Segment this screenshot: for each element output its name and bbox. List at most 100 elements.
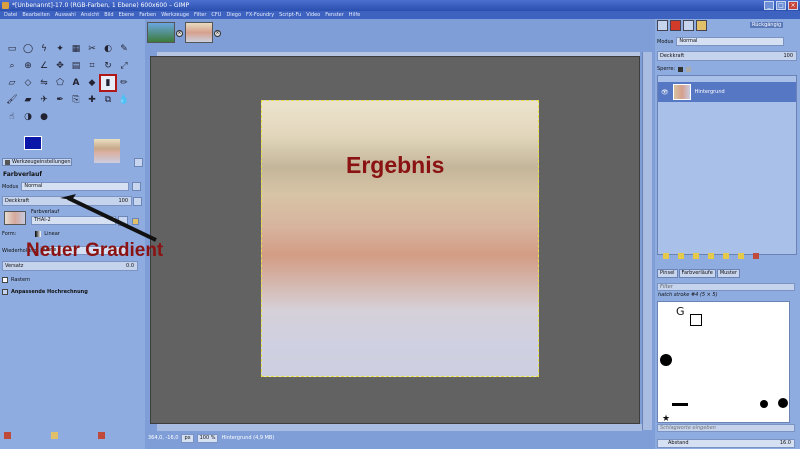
raise-layer-icon[interactable] [678,253,684,259]
scissors-tool-icon[interactable]: ✂ [85,42,99,56]
brush-circle-icon[interactable] [760,400,768,408]
close-button[interactable]: × [788,1,798,10]
menu-item-fenster[interactable]: Fenster [325,11,344,19]
delete-options-icon[interactable] [98,432,105,439]
layers-tab-icon[interactable] [657,20,668,31]
menu-item-hilfe[interactable]: Hilfe [349,11,360,19]
channels-tab-icon[interactable] [670,20,681,31]
blend-tool-icon[interactable]: ▮ [99,74,117,92]
brush-grid[interactable]: G ★ [657,301,790,424]
tab-brushes[interactable]: Pinsel [657,269,678,278]
lock-pixels-icon[interactable] [678,66,684,72]
tab-gradients[interactable]: Farbverläufe [678,269,716,278]
smudge-tool-icon[interactable]: ☝ [5,110,19,124]
scale-tool-icon[interactable]: ⤢ [117,59,131,73]
gegl-tool-icon[interactable]: ● [37,110,51,124]
anchor-layer-icon[interactable] [723,253,729,259]
menu-item-auswahl[interactable]: Auswahl [55,11,76,19]
eraser-tool-icon[interactable]: ▰ [21,93,35,107]
lower-layer-icon[interactable] [693,253,699,259]
zoom-select[interactable]: 100 % [196,433,219,443]
active-gradient-preview[interactable] [94,139,120,163]
unit-select[interactable]: px [181,433,194,443]
move-tool-icon[interactable]: ✥ [53,59,67,73]
airbrush-tool-icon[interactable]: ✈ [37,93,51,107]
layer-row[interactable]: 👁 Hintergrund [658,82,796,102]
panel-menu-button[interactable] [134,158,143,167]
tab-tool-options[interactable]: Werkzeugeinstellungen [2,158,72,166]
fuzzy-select-tool-icon[interactable]: ✦ [53,42,67,56]
layer-opacity-slider[interactable]: Deckkraft 100 [657,51,797,61]
menu-item-ebene[interactable]: Ebene [119,11,135,19]
rotate-tool-icon[interactable]: ↻ [101,59,115,73]
merge-layer-icon[interactable] [738,253,744,259]
flip-tool-icon[interactable]: ⇋ [37,76,51,90]
clone-tool-icon[interactable]: ⎘ [69,93,83,107]
eye-icon[interactable]: 👁 [661,89,669,96]
foreground-color[interactable] [24,136,42,150]
brush-g-icon[interactable]: G [676,305,685,318]
maximize-button[interactable]: □ [776,1,786,10]
paintbrush-tool-icon[interactable]: 🖌 [5,93,19,107]
restore-options-icon[interactable] [51,432,58,439]
menu-item-filter[interactable]: Filter [194,11,206,19]
menu-item-ansicht[interactable]: Ansicht [81,11,99,19]
brush-large-circle-icon[interactable] [778,398,788,408]
minimize-button[interactable]: _ [764,1,774,10]
ellipse-select-tool-icon[interactable]: ◯ [21,42,35,56]
perspective-clone-tool-icon[interactable]: ⧉ [101,93,115,107]
align-tool-icon[interactable]: ▤ [69,59,83,73]
tab-patterns[interactable]: Muster [716,269,740,278]
menu-item-script-fu[interactable]: Script-Fu [279,11,301,19]
menu-item-cfu[interactable]: CFU [211,11,221,19]
horizontal-scrollbar[interactable] [157,424,642,431]
shear-tool-icon[interactable]: ▱ [5,76,19,90]
gradient-swatch[interactable] [4,211,26,225]
brush-tag-field[interactable]: Schlagworte eingeben [657,424,795,432]
paths-tool-icon[interactable]: ✎ [117,42,131,56]
brush-star-icon[interactable]: ★ [662,414,670,424]
save-options-icon[interactable] [4,432,11,439]
undo-history-label[interactable]: Rückgängig [750,22,784,28]
layer-name[interactable]: Hintergrund [695,89,725,95]
layer-mode-select[interactable]: Normal [676,37,785,46]
close-tab-icon[interactable]: × [176,30,183,37]
brush-filter-field[interactable]: Filter [657,283,795,291]
image-tab-1[interactable]: × [147,22,183,43]
gradient-image[interactable] [261,100,539,377]
adaptive-checkbox[interactable] [2,289,8,295]
delete-layer-icon[interactable] [753,253,759,259]
offset-slider[interactable]: Versatz 0.0 [2,261,138,271]
free-select-tool-icon[interactable]: ϟ [37,42,51,56]
menu-item-farben[interactable]: Farben [139,11,156,19]
dither-checkbox[interactable] [2,277,8,283]
brush-hatch-icon[interactable] [672,403,688,406]
menu-item-diego[interactable]: Diego [226,11,241,19]
blur-tool-icon[interactable]: 💧 [117,93,131,107]
foreground-select-tool-icon[interactable]: ◐ [101,42,115,56]
lock-alpha-icon[interactable] [686,66,692,72]
brush-circle-icon[interactable] [660,354,672,366]
vertical-scrollbar[interactable] [642,52,652,430]
menu-item-datei[interactable]: Datei [4,11,17,19]
paths-tab-icon[interactable] [683,20,694,31]
brush-square-icon[interactable] [690,314,702,326]
menu-item-fx-foundry[interactable]: FX-Foundry [246,11,274,19]
crop-tool-icon[interactable]: ⌗ [85,59,99,73]
menu-item-video[interactable]: Video [306,11,320,19]
perspective-tool-icon[interactable]: ◇ [21,76,35,90]
menu-item-werkzeuge[interactable]: Werkzeuge [161,11,189,19]
dodge-burn-tool-icon[interactable]: ◑ [21,110,35,124]
text-tool-icon[interactable]: A [69,76,83,90]
bucket-fill-tool-icon[interactable]: ◆ [85,76,99,90]
duplicate-layer-icon[interactable] [708,253,714,259]
zoom-tool-icon[interactable]: ⊕ [21,59,35,73]
heal-tool-icon[interactable]: ✚ [85,93,99,107]
cage-tool-icon[interactable]: ⬠ [53,76,67,90]
close-tab-icon[interactable]: × [214,30,221,37]
new-layer-icon[interactable] [663,253,669,259]
color-select-tool-icon[interactable]: ▦ [69,42,83,56]
undo-history-tab-icon[interactable] [696,20,707,31]
menu-item-bearbeiten[interactable]: Bearbeiten [22,11,49,19]
ink-tool-icon[interactable]: ✒ [53,93,67,107]
